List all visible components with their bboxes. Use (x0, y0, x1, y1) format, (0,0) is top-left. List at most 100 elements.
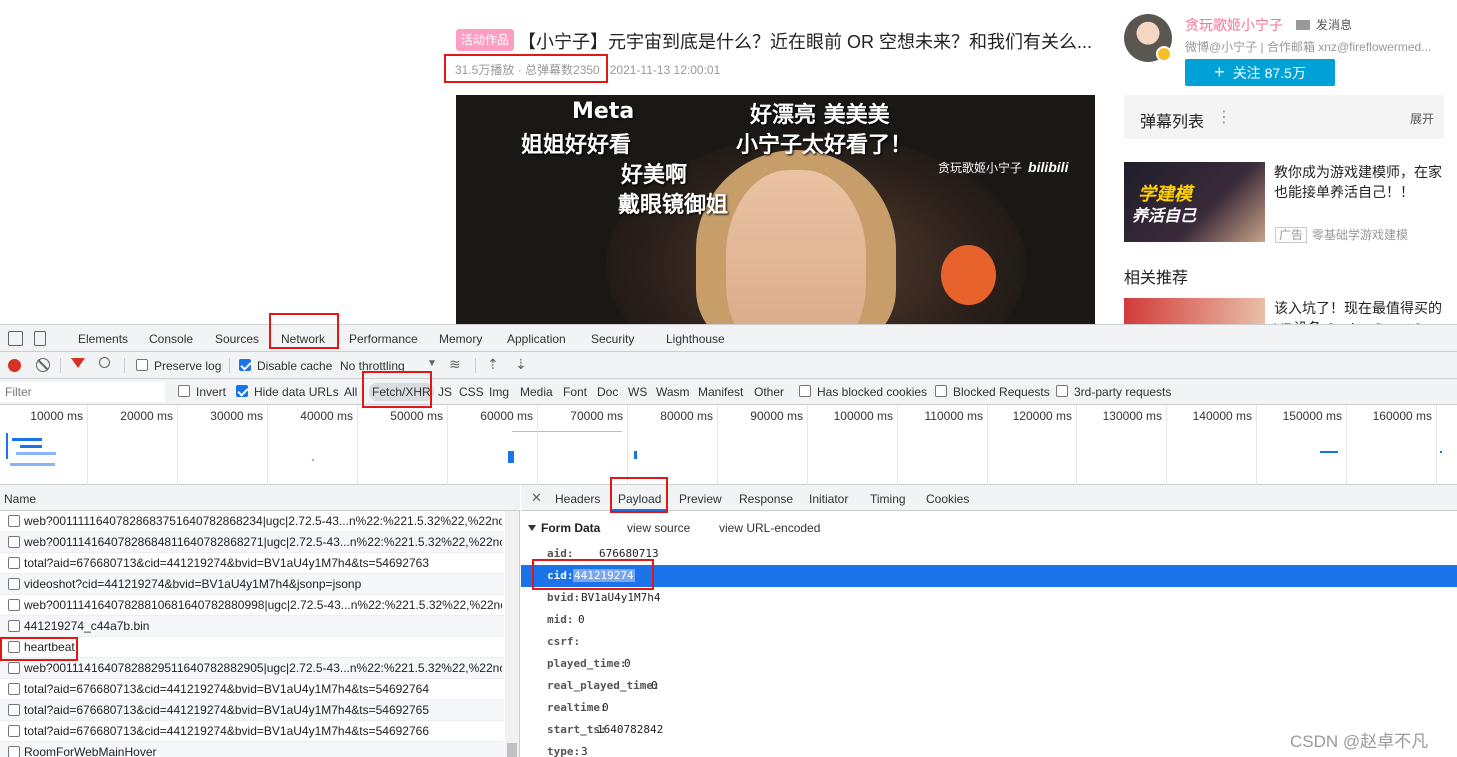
follow-button[interactable]: + 关注 87.5万 (1185, 59, 1335, 86)
form-data-row[interactable]: realtime: 0 (521, 697, 1457, 719)
form-data-row[interactable]: played_time: 0 (521, 653, 1457, 675)
tab-headers[interactable]: Headers (555, 492, 600, 506)
video-title[interactable]: 【小宁子】元宇宙到底是什么？近在眼前 OR 空想未来？和我们有关么... (518, 28, 1098, 54)
request-checkbox[interactable] (8, 578, 20, 590)
request-checkbox[interactable] (8, 620, 20, 632)
ad-source[interactable]: 零基础学游戏建模 (1312, 228, 1408, 242)
send-message-button[interactable]: 发消息 (1296, 16, 1352, 33)
record-icon[interactable] (8, 359, 21, 372)
request-checkbox[interactable] (8, 599, 20, 611)
tab-performance[interactable]: Performance (349, 332, 418, 346)
request-checkbox[interactable] (8, 725, 20, 737)
request-row[interactable]: web?00111416407828810681640782880998|ugc… (0, 595, 504, 616)
request-checkbox[interactable] (8, 536, 20, 548)
close-icon[interactable]: ✕ (531, 490, 542, 506)
form-data-row[interactable]: bvid: BV1aU4y1M7h4 (521, 587, 1457, 609)
third-party-checkbox[interactable] (1056, 385, 1068, 397)
request-row[interactable]: web?00111416407828829511640782882905|ugc… (0, 658, 504, 679)
request-row[interactable]: RoomForWebMainHover (0, 742, 504, 757)
tab-lighthouse[interactable]: Lighthouse (666, 332, 725, 346)
network-conditions-icon[interactable]: ≋ (449, 356, 461, 373)
request-checkbox[interactable] (8, 557, 20, 569)
disable-cache-checkbox[interactable] (239, 359, 251, 371)
name-column-header[interactable]: Name (0, 485, 520, 511)
request-checkbox[interactable] (8, 704, 20, 716)
uploader-name[interactable]: 贪玩歌姬小宁子 (1185, 15, 1283, 35)
device-toolbar-icon[interactable] (34, 331, 46, 346)
form-data-value[interactable]: 0 (602, 701, 609, 714)
scrollbar-thumb[interactable] (507, 743, 517, 757)
type-filter-doc[interactable]: Doc (594, 383, 621, 401)
view-url-encoded-link[interactable]: view URL-encoded (719, 521, 820, 535)
tab-timing[interactable]: Timing (870, 492, 906, 506)
tab-response[interactable]: Response (739, 492, 793, 506)
request-checkbox[interactable] (8, 683, 20, 695)
request-row[interactable]: total?aid=676680713&cid=441219274&bvid=B… (0, 553, 504, 574)
request-row[interactable]: total?aid=676680713&cid=441219274&bvid=B… (0, 700, 504, 721)
expand-button[interactable]: 展开 (1410, 110, 1434, 127)
type-filter-all[interactable]: All (341, 383, 360, 401)
request-row[interactable]: 441219274_c44a7b.bin (0, 616, 504, 637)
filter-input[interactable] (1, 383, 161, 401)
inspect-element-icon[interactable] (8, 331, 23, 346)
form-data-row[interactable]: aid: 676680713 (521, 543, 1457, 565)
request-row[interactable]: web?00111416407828684811640782868271|ugc… (0, 532, 504, 553)
export-har-icon[interactable]: ⇣ (515, 356, 527, 373)
related-item-title[interactable]: 该入坑了！现在最值得买的VR设备 Oculus Quest 2 (1274, 298, 1446, 324)
ad-thumbnail[interactable]: 学建模 养活自己 (1124, 162, 1265, 242)
request-checkbox[interactable] (8, 515, 20, 527)
request-row[interactable]: total?aid=676680713&cid=441219274&bvid=B… (0, 721, 504, 742)
form-data-value[interactable]: 0 (624, 657, 631, 670)
view-source-link[interactable]: view source (627, 521, 690, 535)
type-filter-manifest[interactable]: Manifest (695, 383, 746, 401)
video-player[interactable]: Meta 好漂亮 美美美 姐姐好好看 小宁子太好看了！ 好美啊 戴眼镜御姐 贪玩… (456, 95, 1095, 324)
form-data-row[interactable]: real_played_time: 0 (521, 675, 1457, 697)
form-data-section-toggle[interactable]: Form Data (528, 521, 600, 535)
search-icon[interactable] (99, 357, 110, 368)
related-thumbnail[interactable] (1124, 298, 1265, 324)
network-overview-timeline[interactable]: 10000 ms 20000 ms 30000 ms 40000 ms 50000 ms… (0, 405, 1457, 485)
request-checkbox[interactable] (8, 662, 20, 674)
form-data-value[interactable]: 0 (578, 613, 585, 626)
request-row[interactable]: videoshot?cid=441219274&bvid=BV1aU4y1M7h… (0, 574, 504, 595)
tab-elements[interactable]: Elements (78, 332, 128, 346)
request-checkbox[interactable] (8, 746, 20, 757)
type-filter-wasm[interactable]: Wasm (653, 383, 693, 401)
type-filter-js[interactable]: JS (435, 383, 455, 401)
tab-initiator[interactable]: Initiator (809, 492, 848, 506)
preserve-log-checkbox[interactable] (136, 359, 148, 371)
type-filter-css[interactable]: CSS (456, 383, 487, 401)
type-filter-media[interactable]: Media (517, 383, 556, 401)
import-har-icon[interactable]: ⇡ (487, 356, 499, 373)
danmaku-list-panel[interactable]: 弹幕列表 ⋮ 展开 (1124, 95, 1444, 139)
type-filter-other[interactable]: Other (751, 383, 787, 401)
tab-application[interactable]: Application (507, 332, 566, 346)
chevron-down-icon[interactable]: ▼ (427, 358, 437, 369)
request-list-scrollbar[interactable] (505, 511, 519, 757)
form-data-row[interactable]: mid: 0 (521, 609, 1457, 631)
ad-title[interactable]: 教你成为游戏建模师，在家也能接单养活自己！！ (1274, 162, 1446, 202)
form-data-value[interactable]: 1640782842 (597, 723, 663, 736)
form-data-value[interactable]: BV1aU4y1M7h4 (581, 591, 660, 604)
clear-icon[interactable] (36, 358, 50, 372)
form-data-value[interactable]: 0 (651, 679, 658, 692)
type-filter-img[interactable]: Img (486, 383, 512, 401)
hide-data-urls-checkbox[interactable] (236, 385, 248, 397)
blocked-requests-checkbox[interactable] (935, 385, 947, 397)
form-data-row[interactable]: csrf: (521, 631, 1457, 653)
type-filter-font[interactable]: Font (560, 383, 590, 401)
request-row[interactable]: web?00111116407828683751640782868234|ugc… (0, 511, 504, 532)
type-filter-ws[interactable]: WS (625, 383, 650, 401)
tab-memory[interactable]: Memory (439, 332, 482, 346)
tab-sources[interactable]: Sources (215, 332, 259, 346)
tab-preview[interactable]: Preview (679, 492, 722, 506)
filter-icon[interactable] (71, 358, 85, 368)
form-data-value[interactable]: 3 (581, 745, 588, 757)
request-row[interactable]: total?aid=676680713&cid=441219274&bvid=B… (0, 679, 504, 700)
tab-security[interactable]: Security (591, 332, 634, 346)
tab-console[interactable]: Console (149, 332, 193, 346)
has-blocked-cookies-checkbox[interactable] (799, 385, 811, 397)
form-data-row[interactable]: cid: 441219274 (521, 565, 1457, 587)
invert-checkbox[interactable] (178, 385, 190, 397)
tab-cookies[interactable]: Cookies (926, 492, 969, 506)
